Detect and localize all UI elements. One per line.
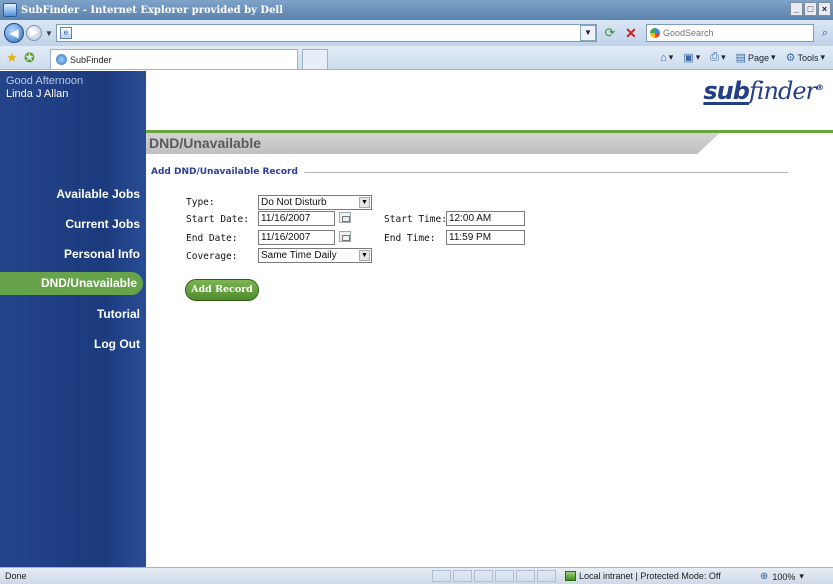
security-zone[interactable]: Local intranet | Protected Mode: Off bbox=[565, 571, 721, 581]
status-panel bbox=[516, 570, 535, 582]
search-input[interactable] bbox=[663, 28, 803, 38]
address-dropdown-icon[interactable]: ▼ bbox=[580, 25, 596, 41]
chevron-down-icon: ▼ bbox=[359, 250, 370, 261]
search-box[interactable] bbox=[646, 24, 814, 42]
minimize-button[interactable]: _ bbox=[790, 2, 803, 16]
status-panels bbox=[432, 570, 556, 582]
end-time-label: End Time: bbox=[384, 233, 436, 244]
search-icon[interactable]: ⌕ bbox=[817, 24, 833, 42]
legend-divider bbox=[304, 172, 788, 173]
ie-icon bbox=[3, 3, 17, 17]
header-divider bbox=[146, 130, 833, 133]
feeds-icon: ▣ bbox=[683, 52, 694, 64]
address-input[interactable]: e bbox=[56, 24, 597, 42]
sidebar-item-current-jobs[interactable]: Current Jobs bbox=[0, 209, 146, 239]
page-header: subfinder® bbox=[146, 71, 833, 131]
status-panel bbox=[432, 570, 451, 582]
coverage-select[interactable]: Same Time Daily ▼ bbox=[258, 248, 372, 263]
print-icon: ⎙ bbox=[710, 51, 720, 63]
chevron-down-icon: ▼ bbox=[359, 197, 370, 208]
tab-page-icon bbox=[56, 54, 67, 65]
back-button[interactable]: ◀ bbox=[4, 23, 24, 43]
command-bar: ⌂ ▾ ▣ ▾ ⎙ ▾ ▤ Page ▾ ⚙ Tools ▾ bbox=[660, 51, 825, 64]
sidebar-item-log-out[interactable]: Log Out bbox=[0, 329, 146, 359]
search-provider-icon bbox=[650, 28, 660, 38]
zoom-dropdown-icon: ▾ bbox=[799, 571, 804, 581]
tab-label: SubFinder bbox=[70, 54, 112, 65]
address-bar: ◀ ▶ ▼ e ▼ ⟳ ✕ ⌕ bbox=[0, 20, 833, 46]
user-name: Linda J Allan bbox=[6, 88, 69, 100]
zoom-icon: ⊕ bbox=[760, 571, 769, 582]
add-favorites-icon[interactable]: ✪ bbox=[24, 50, 35, 66]
greeting: Good Afternoon Linda J Allan bbox=[6, 75, 83, 101]
page-title: DND/Unavailable bbox=[146, 133, 720, 154]
zoom-control[interactable]: ⊕ 100% ▾ bbox=[760, 571, 804, 582]
print-button[interactable]: ⎙ ▾ bbox=[710, 51, 725, 64]
tab-bar: ★ ✪ SubFinder ⌂ ▾ ▣ ▾ ⎙ ▾ ▤ Page ▾ ⚙ Tools ▾ bbox=[0, 46, 833, 70]
page-menu-label: Page bbox=[748, 52, 770, 63]
logo-finder: finder bbox=[748, 77, 817, 105]
end-date-field[interactable]: 11/16/2007 bbox=[258, 230, 335, 245]
type-label: Type: bbox=[186, 197, 215, 208]
status-panel bbox=[537, 570, 556, 582]
page-content: Good Afternoon Linda J Allan Available J… bbox=[0, 71, 833, 567]
end-time-field[interactable]: 11:59 PM bbox=[446, 230, 525, 245]
tools-menu[interactable]: ⚙ Tools ▾ bbox=[786, 51, 825, 64]
start-date-label: Start Date: bbox=[186, 214, 249, 225]
start-time-label: Start Time: bbox=[384, 214, 447, 225]
maximize-button[interactable]: □ bbox=[804, 2, 817, 16]
status-bar: Done Local intranet | Protected Mode: Of… bbox=[0, 567, 833, 584]
window-title: SubFinder - Internet Explorer provided b… bbox=[21, 4, 284, 16]
sidebar-item-dnd-unavailable[interactable]: DND/Unavailable bbox=[0, 272, 143, 295]
window-title-bar: SubFinder - Internet Explorer provided b… bbox=[0, 0, 833, 20]
forward-button[interactable]: ▶ bbox=[26, 25, 42, 41]
status-text: Done bbox=[5, 571, 27, 581]
sidebar: Good Afternoon Linda J Allan Available J… bbox=[0, 71, 146, 567]
tab-subfinder[interactable]: SubFinder bbox=[50, 49, 298, 69]
start-time-field[interactable]: 12:00 AM bbox=[446, 211, 525, 226]
page-menu[interactable]: ▤ Page ▾ bbox=[736, 51, 776, 64]
coverage-select-value: Same Time Daily bbox=[261, 250, 337, 261]
stop-icon[interactable]: ✕ bbox=[623, 25, 639, 41]
status-panel bbox=[453, 570, 472, 582]
window-controls: _ □ × bbox=[790, 2, 831, 16]
favorites-star-icon[interactable]: ★ bbox=[6, 50, 18, 66]
logo-registered: ® bbox=[816, 83, 824, 92]
greeting-text: Good Afternoon bbox=[6, 75, 84, 87]
logo-sub: sub bbox=[703, 77, 750, 105]
type-select-value: Do Not Disturb bbox=[261, 197, 327, 208]
refresh-icon[interactable]: ⟳ bbox=[602, 25, 618, 41]
page-icon: e bbox=[60, 27, 72, 39]
status-panel bbox=[495, 570, 514, 582]
page-menu-icon: ▤ bbox=[735, 52, 747, 64]
tools-menu-label: Tools bbox=[797, 52, 819, 63]
end-date-calendar-icon[interactable] bbox=[339, 231, 351, 242]
history-dropdown-icon[interactable]: ▼ bbox=[44, 29, 54, 38]
home-button[interactable]: ⌂ ▾ bbox=[660, 52, 673, 64]
gear-icon: ⚙ bbox=[785, 52, 796, 64]
type-select[interactable]: Do Not Disturb ▼ bbox=[258, 195, 372, 210]
zoom-level: 100% bbox=[772, 571, 796, 582]
sidebar-nav: Available Jobs Current Jobs Personal Inf… bbox=[0, 179, 146, 359]
sidebar-item-tutorial[interactable]: Tutorial bbox=[0, 299, 146, 329]
start-date-calendar-icon[interactable] bbox=[339, 212, 351, 223]
close-button[interactable]: × bbox=[818, 2, 831, 16]
add-record-button[interactable]: Add Record bbox=[185, 279, 259, 301]
new-tab-button[interactable] bbox=[302, 49, 328, 69]
coverage-label: Coverage: bbox=[186, 251, 238, 262]
status-panel bbox=[474, 570, 493, 582]
sidebar-item-available-jobs[interactable]: Available Jobs bbox=[0, 179, 146, 209]
form-legend: Add DND/Unavailable Record bbox=[151, 167, 298, 177]
sidebar-item-personal-info[interactable]: Personal Info bbox=[0, 239, 146, 269]
start-date-field[interactable]: 11/16/2007 bbox=[258, 211, 335, 226]
zone-text: Local intranet | Protected Mode: Off bbox=[579, 571, 721, 581]
subfinder-logo: subfinder® bbox=[703, 77, 824, 105]
home-icon: ⌂ bbox=[660, 51, 667, 64]
end-date-label: End Date: bbox=[186, 233, 238, 244]
feeds-button[interactable]: ▣ ▾ bbox=[683, 51, 700, 64]
intranet-zone-icon bbox=[565, 571, 576, 581]
